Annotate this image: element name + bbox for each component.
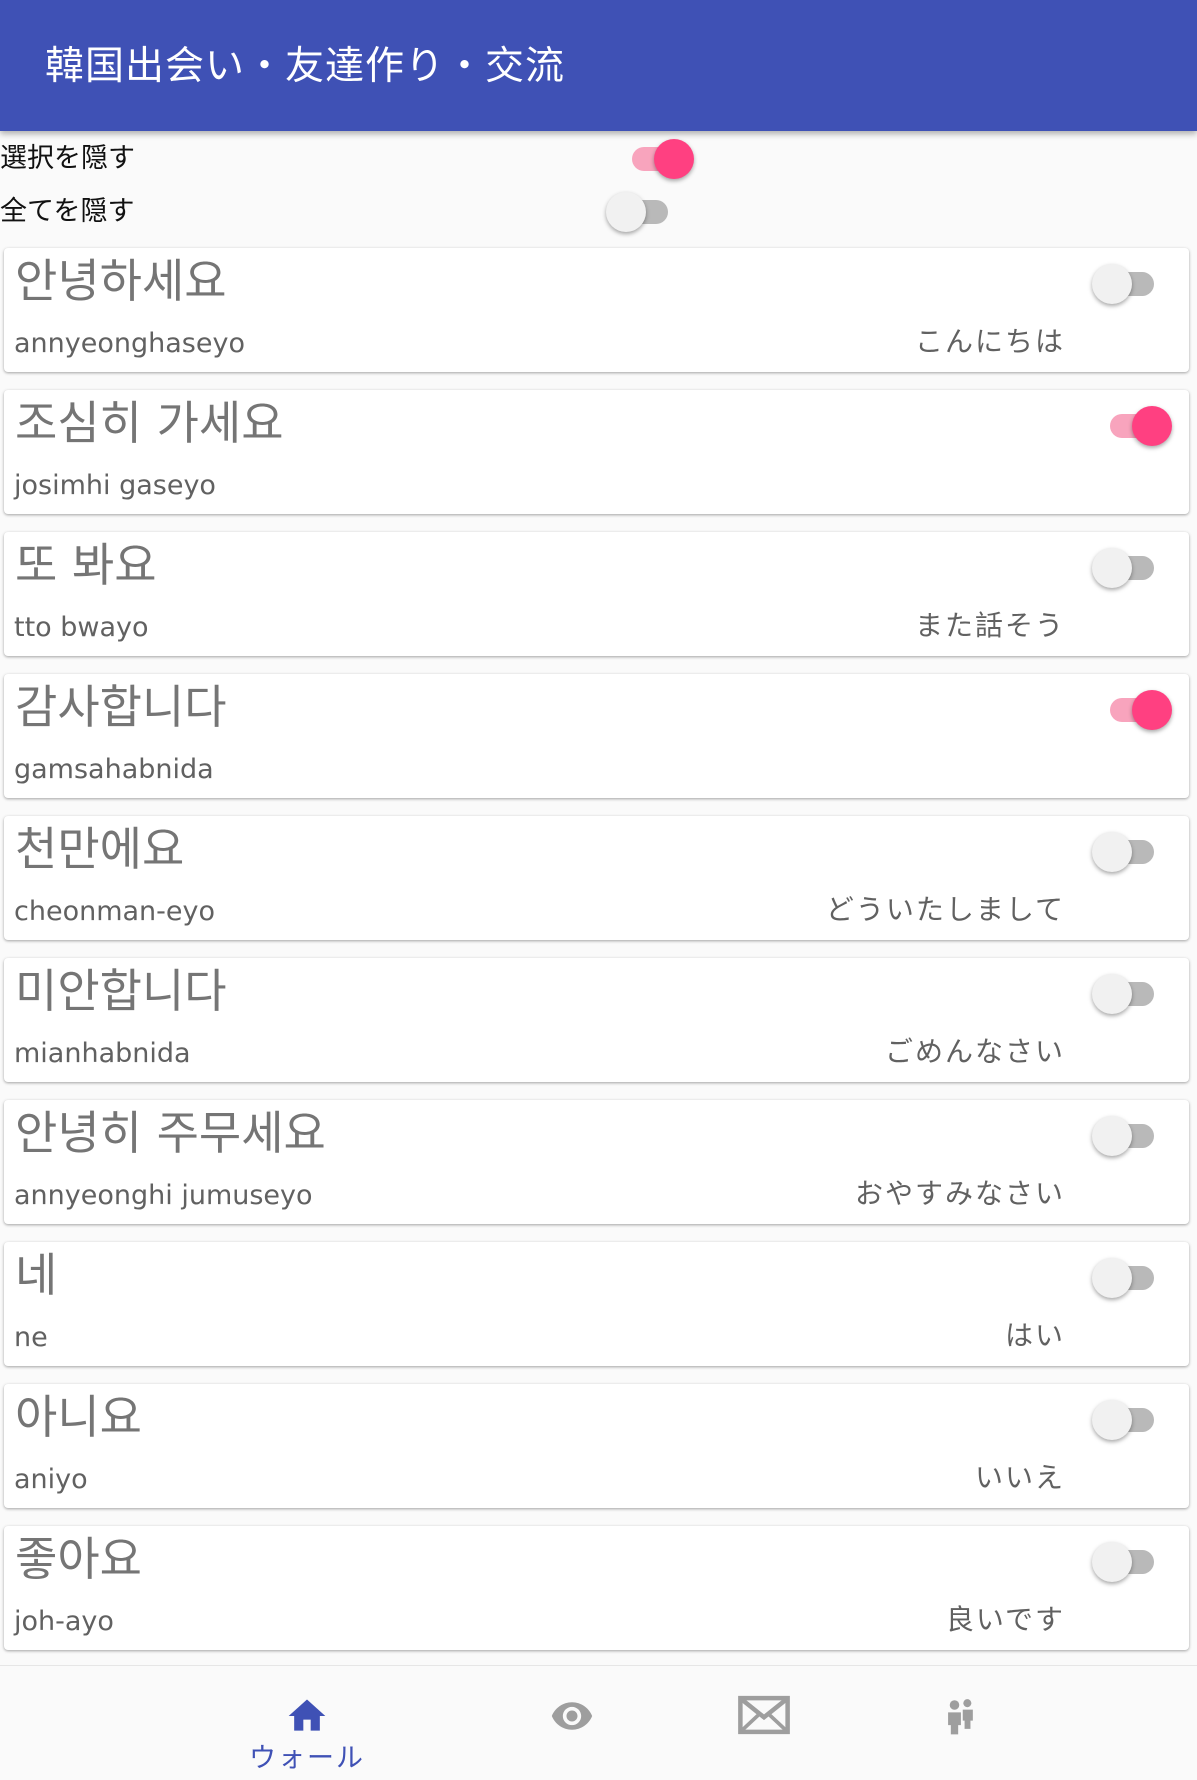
switch-thumb <box>606 192 646 232</box>
japanese-translation: 良いです <box>945 1603 1065 1636</box>
korean-phrase: 좋아요 <box>15 1532 142 1586</box>
phrase-card: 또 봐요 tto bwayo また話そう <box>4 532 1189 656</box>
hide-phrase-switch[interactable] <box>1092 1536 1162 1588</box>
japanese-translation: ごめんなさい <box>884 1035 1065 1068</box>
hide-selected-switch[interactable] <box>624 133 694 185</box>
phrase-card: 좋아요 joh-ayo 良いです <box>4 1526 1189 1650</box>
home-icon <box>288 1699 326 1731</box>
phrase-card: 천만에요 cheonman-eyo どういたしまして <box>4 816 1189 940</box>
app-bar: 韓国出会い・友達作り・交流 <box>0 0 1197 131</box>
hide-selected-label: 選択を隠す <box>0 143 135 174</box>
japanese-translation: こんにちは <box>914 325 1065 358</box>
people-icon <box>948 1699 973 1735</box>
switch-thumb <box>1092 264 1132 304</box>
hide-phrase-switch[interactable] <box>1102 684 1172 736</box>
japanese-translation: また話そう <box>914 609 1065 642</box>
romanization: cheonman-eyo <box>14 896 216 927</box>
romanization: annyeonghi jumuseyo <box>14 1180 313 1211</box>
hide-selected-row: 選択を隠す <box>0 133 1197 185</box>
korean-phrase: 조심히 가세요 <box>15 396 284 450</box>
hide-phrase-switch[interactable] <box>1092 542 1162 594</box>
switch-thumb <box>1092 974 1132 1014</box>
phrase-card: 안녕히 주무세요 annyeonghi jumuseyo おやすみなさい <box>4 1100 1189 1224</box>
nav-wall[interactable]: ウォール <box>207 1666 407 1780</box>
phrase-card: 네 ne はい <box>4 1242 1189 1366</box>
switch-thumb <box>1132 690 1172 730</box>
nav-messages[interactable] <box>665 1666 865 1780</box>
switch-thumb <box>1092 832 1132 872</box>
romanization: mianhabnida <box>14 1038 191 1069</box>
korean-phrase: 미안합니다 <box>15 964 227 1018</box>
romanization: aniyo <box>14 1464 88 1495</box>
romanization: annyeonghaseyo <box>14 328 245 359</box>
korean-phrase: 감사합니다 <box>15 680 227 734</box>
korean-phrase: 또 봐요 <box>15 538 157 592</box>
hide-phrase-switch[interactable] <box>1092 1110 1162 1162</box>
japanese-translation: おやすみなさい <box>854 1177 1065 1210</box>
phrase-card: 감사합니다 gamsahabnida <box>4 674 1189 798</box>
romanization: tto bwayo <box>14 612 149 643</box>
switch-thumb <box>1092 548 1132 588</box>
phrase-card: 안녕하세요 annyeonghaseyo こんにちは <box>4 248 1189 372</box>
switch-thumb <box>1092 1258 1132 1298</box>
hide-phrase-switch[interactable] <box>1092 826 1162 878</box>
phrase-card: 조심히 가세요 josimhi gaseyo <box>4 390 1189 514</box>
switch-thumb <box>1092 1116 1132 1156</box>
romanization: josimhi gaseyo <box>14 470 216 501</box>
romanization: ne <box>14 1322 48 1353</box>
hide-phrase-switch[interactable] <box>1092 258 1162 310</box>
phrase-card: 미안합니다 mianhabnida ごめんなさい <box>4 958 1189 1082</box>
japanese-translation: どういたしまして <box>825 893 1065 926</box>
hide-phrase-switch[interactable] <box>1102 400 1172 452</box>
switch-thumb <box>1092 1400 1132 1440</box>
eye-icon <box>551 1702 593 1730</box>
switch-thumb <box>1092 1542 1132 1582</box>
korean-phrase: 안녕하세요 <box>15 254 227 308</box>
phrase-card: 아니요 aniyo いいえ <box>4 1384 1189 1508</box>
app-title: 韓国出会い・友達作り・交流 <box>45 44 566 89</box>
hide-phrase-switch[interactable] <box>1092 1394 1162 1446</box>
hide-all-row: 全てを隠す <box>0 186 1197 238</box>
switch-thumb <box>1132 406 1172 446</box>
korean-phrase: 아니요 <box>15 1390 142 1444</box>
bottom-navigation: ウォール <box>0 1665 1197 1779</box>
hide-all-label: 全てを隠す <box>0 196 135 227</box>
korean-phrase: 네 <box>15 1248 58 1302</box>
korean-phrase: 안녕히 주무세요 <box>15 1106 326 1160</box>
switch-thumb <box>654 139 694 179</box>
nav-friends[interactable] <box>860 1666 1060 1780</box>
mail-icon <box>738 1695 790 1735</box>
hide-all-switch[interactable] <box>606 186 676 238</box>
nav-wall-label: ウォール <box>249 1743 365 1774</box>
korean-phrase: 천만에요 <box>15 822 185 876</box>
romanization: joh-ayo <box>14 1606 114 1637</box>
hide-phrase-switch[interactable] <box>1092 1252 1162 1304</box>
nav-visitors[interactable] <box>472 1666 672 1780</box>
japanese-translation: いいえ <box>974 1461 1065 1494</box>
hide-phrase-switch[interactable] <box>1092 968 1162 1020</box>
romanization: gamsahabnida <box>14 754 214 785</box>
japanese-translation: はい <box>1004 1319 1065 1352</box>
